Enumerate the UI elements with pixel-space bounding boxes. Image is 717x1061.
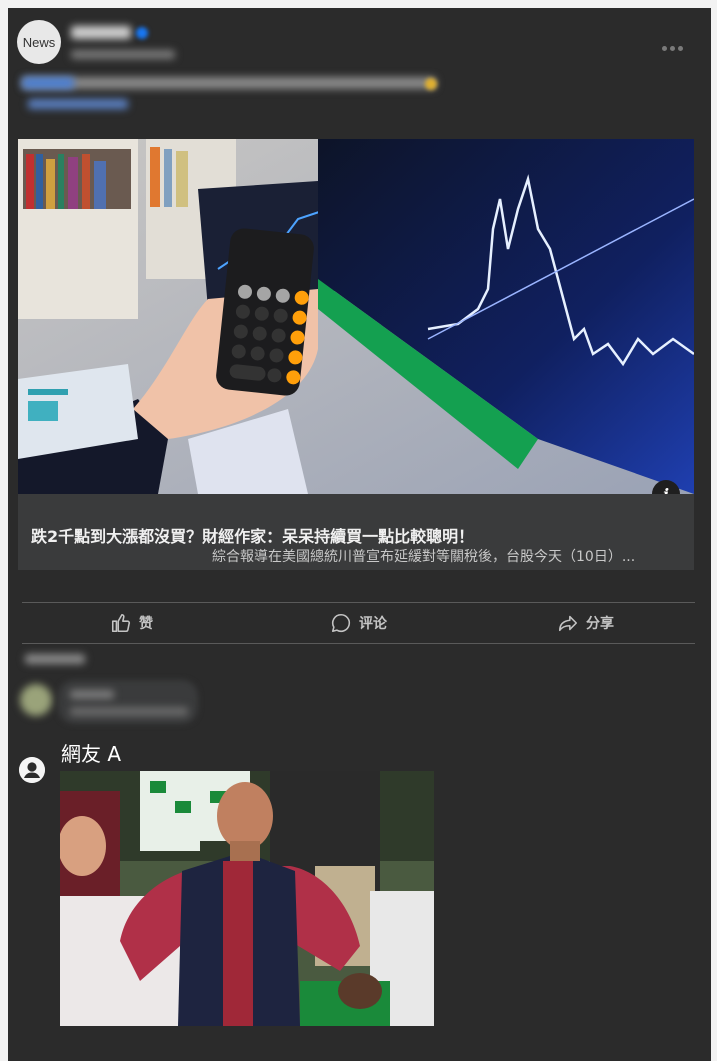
- avatar-label: News: [22, 34, 56, 50]
- actions-top-divider: [22, 602, 695, 603]
- comment-text-redacted: [70, 707, 188, 716]
- like-label: 赞: [139, 616, 153, 632]
- commenter-avatar-redacted[interactable]: [20, 684, 52, 716]
- share-arrow-icon: [558, 615, 578, 632]
- disappointed-fan-photo: [60, 771, 434, 1026]
- page-avatar[interactable]: News: [17, 20, 61, 64]
- like-button[interactable]: 赞: [110, 612, 153, 634]
- actions-bottom-divider: [22, 643, 695, 644]
- user-silhouette-icon[interactable]: [19, 757, 45, 783]
- comment-button[interactable]: 评论: [330, 612, 387, 634]
- caption-second-line-redacted[interactable]: [28, 99, 128, 109]
- post-caption-redacted: [22, 77, 436, 89]
- post-timestamp-redacted[interactable]: [71, 50, 175, 59]
- verified-badge-icon: [136, 27, 148, 39]
- reaction-meme-image[interactable]: [60, 771, 434, 1026]
- comment-sort-redacted[interactable]: [25, 654, 85, 664]
- page-name-redacted[interactable]: [71, 26, 131, 39]
- share-button[interactable]: 分享: [557, 612, 614, 634]
- more-options-icon[interactable]: [662, 36, 688, 51]
- share-label: 分享: [586, 616, 614, 632]
- trading-scene-illustration: [18, 139, 694, 494]
- thumbs-up-icon: [111, 613, 131, 633]
- user-silhouette-graphic: [19, 757, 45, 783]
- article-thumbnail[interactable]: [18, 139, 694, 494]
- article-description: 綜合報導在美國總統川普宣布延緩對等關稅後，台股今天（10日）...: [212, 549, 636, 565]
- article-headline[interactable]: 跌2千點到大漲都沒買？財經作家：呆呆持續買一點比較聰明！: [31, 523, 681, 547]
- caption-link-redacted[interactable]: [22, 77, 74, 89]
- comment-author-redacted[interactable]: [70, 690, 114, 699]
- comment-bubble-redacted: [58, 680, 198, 724]
- caption-emoji: [425, 78, 437, 90]
- reply-author-name[interactable]: 網友 A: [61, 738, 121, 767]
- comment-label: 评论: [359, 616, 387, 632]
- speech-bubble-icon: [331, 613, 351, 633]
